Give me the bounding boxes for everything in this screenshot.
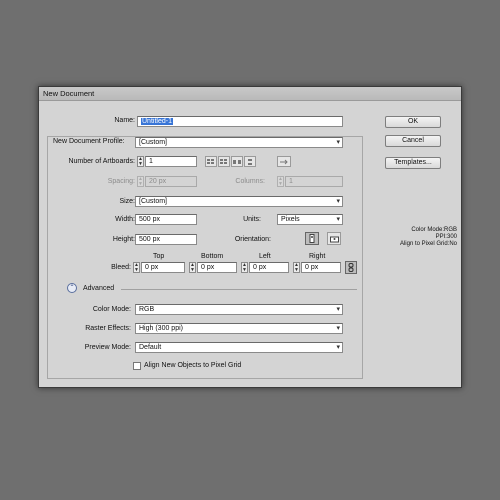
- spacing-label: Spacing:: [107, 178, 135, 185]
- ok-button[interactable]: OK: [385, 116, 441, 128]
- columns-value: 1: [289, 178, 293, 185]
- bleed-top-input[interactable]: 0 px: [141, 262, 185, 273]
- bleed-bottom-label: Bottom: [201, 253, 224, 260]
- profile-value: [Custom]: [139, 139, 168, 146]
- dialog-title: New Document: [39, 87, 461, 101]
- columns-stepper[interactable]: ▲ ▼: [277, 176, 284, 187]
- orientation-label: Orientation:: [234, 236, 271, 243]
- spacing-stepper[interactable]: ▲ ▼: [137, 176, 144, 187]
- document-info: Color Mode:RGB PPI:300 Align to Pixel Gr…: [400, 227, 457, 248]
- grid-by-row-icon[interactable]: [205, 156, 217, 167]
- preview-mode-label: Preview Mode:: [84, 344, 131, 351]
- bleed-right-value: 0 px: [305, 264, 319, 271]
- link-bleed-icon[interactable]: [345, 261, 357, 274]
- columns-label: Columns:: [235, 178, 265, 185]
- artboards-stepper[interactable]: ▲ ▼: [137, 156, 144, 167]
- bleed-right-label: Right: [309, 253, 326, 260]
- units-select[interactable]: Pixels: [277, 214, 343, 225]
- name-label: Name:: [114, 117, 135, 124]
- spacing-value: 20 px: [149, 178, 167, 185]
- bleed-bottom-value: 0 px: [201, 264, 215, 271]
- columns-input[interactable]: 1: [285, 176, 343, 187]
- size-select[interactable]: [Custom]: [135, 196, 343, 207]
- width-input[interactable]: 500 px: [135, 214, 197, 225]
- width-label: Width:: [115, 216, 135, 223]
- spacing-input[interactable]: 20 px: [145, 176, 197, 187]
- artboards-value: 1: [149, 158, 153, 165]
- units-label: Units:: [243, 216, 261, 223]
- bleed-top-value: 0 px: [145, 264, 159, 271]
- arrange-by-column-icon[interactable]: [244, 156, 256, 167]
- info-align: Align to Pixel Grid:No: [399, 241, 457, 247]
- bleed-top-stepper[interactable]: ▲ ▼: [133, 262, 140, 273]
- color-mode-select[interactable]: RGB: [135, 304, 343, 315]
- raster-effects-select[interactable]: High (300 ppi): [135, 323, 343, 334]
- align-pixel-grid-label: Align New Objects to Pixel Grid: [144, 362, 242, 369]
- color-mode-label: Color Mode:: [92, 306, 131, 313]
- bleed-left-value: 0 px: [253, 264, 267, 271]
- grid-by-column-icon[interactable]: [218, 156, 230, 167]
- profile-select[interactable]: [Custom]: [135, 137, 343, 148]
- artboards-label: Number of Artboards:: [68, 158, 135, 165]
- cancel-button[interactable]: Cancel: [385, 135, 441, 147]
- bleed-left-stepper[interactable]: ▲ ▼: [241, 262, 248, 273]
- landscape-orientation-icon[interactable]: [327, 232, 341, 245]
- profile-label: New Document Profile:: [51, 137, 127, 147]
- advanced-divider: [121, 289, 357, 290]
- bleed-left-label: Left: [259, 253, 271, 260]
- portrait-orientation-icon[interactable]: [305, 232, 319, 245]
- bleed-bottom-input[interactable]: 0 px: [197, 262, 237, 273]
- width-value: 500 px: [139, 216, 161, 223]
- info-color-mode: Color Mode:RGB: [411, 227, 457, 233]
- raster-effects-value: High (300 ppi): [139, 325, 183, 332]
- collapse-advanced-icon[interactable]: ⌃: [67, 283, 77, 293]
- preview-mode-select[interactable]: Default: [135, 342, 343, 353]
- arrange-by-row-icon[interactable]: [231, 156, 243, 167]
- new-document-dialog: New Document Name: Untitled-1 New Docume…: [38, 86, 462, 388]
- bleed-top-label: Top: [153, 253, 165, 260]
- info-ppi: PPI:300: [435, 234, 457, 240]
- bleed-right-stepper[interactable]: ▲ ▼: [293, 262, 300, 273]
- align-pixel-grid-checkbox[interactable]: [133, 362, 141, 370]
- color-mode-value: RGB: [139, 306, 155, 313]
- name-value: Untitled-1: [141, 118, 173, 125]
- artboards-input[interactable]: 1: [145, 156, 197, 167]
- bleed-left-input[interactable]: 0 px: [249, 262, 289, 273]
- height-input[interactable]: 500 px: [135, 234, 197, 245]
- raster-effects-label: Raster Effects:: [85, 325, 131, 332]
- bleed-right-input[interactable]: 0 px: [301, 262, 341, 273]
- name-input[interactable]: Untitled-1: [137, 116, 343, 127]
- size-value: [Custom]: [139, 198, 168, 205]
- templates-button[interactable]: Templates...: [385, 157, 441, 169]
- bleed-label: Bleed:: [111, 264, 131, 271]
- size-label: Size:: [119, 198, 135, 205]
- height-value: 500 px: [139, 236, 161, 243]
- advanced-label: Advanced: [83, 285, 115, 292]
- units-value: Pixels: [281, 216, 300, 223]
- bleed-bottom-stepper[interactable]: ▲ ▼: [189, 262, 196, 273]
- layout-direction-icon[interactable]: [277, 156, 291, 167]
- preview-mode-value: Default: [139, 344, 162, 351]
- height-label: Height:: [112, 236, 135, 243]
